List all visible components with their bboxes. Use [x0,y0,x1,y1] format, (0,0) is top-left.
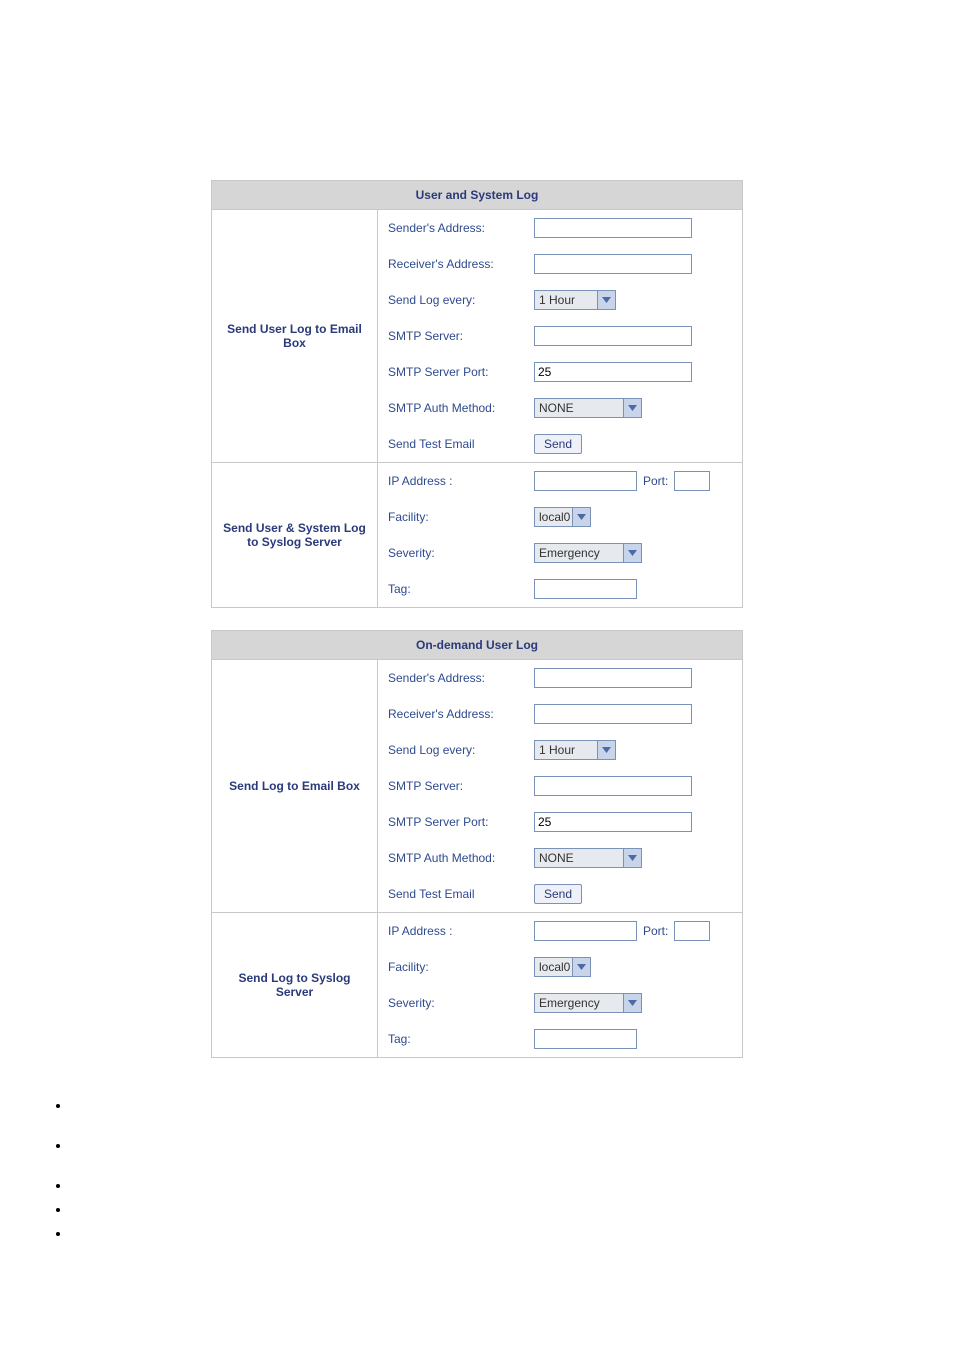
chevron-down-icon [572,958,590,976]
chevron-down-icon [623,544,641,562]
severity-select[interactable]: Emergency [534,993,642,1013]
label-smtp-server: SMTP Server: [378,768,528,804]
label-interval: Send Log every: [378,282,528,318]
interval-value: 1 Hour [539,293,575,307]
severity-select[interactable]: Emergency [534,543,642,563]
ip-input[interactable] [534,471,637,491]
label-sender: Sender's Address: [378,660,528,696]
chevron-down-icon [623,849,641,867]
smtp-auth-select[interactable]: NONE [534,398,642,418]
receiver-input[interactable] [534,704,692,724]
smtp-server-input[interactable] [534,326,692,346]
send-test-button[interactable]: Send [534,884,582,904]
label-test-email: Send Test Email [378,876,528,912]
group-email-user-log: Send User Log to Email Box [212,210,377,462]
group-syslog-ondemand: Send Log to Syslog Server [212,913,377,1057]
label-smtp-port: SMTP Server Port: [378,804,528,840]
smtp-auth-select[interactable]: NONE [534,848,642,868]
port-input[interactable] [674,921,710,941]
label-receiver: Receiver's Address: [378,246,528,282]
list-item [70,1098,954,1104]
chevron-down-icon [597,741,615,759]
smtp-auth-value: NONE [539,401,574,415]
smtp-port-input[interactable] [534,812,692,832]
sender-input[interactable] [534,218,692,238]
label-ip: IP Address : [378,463,528,499]
user-system-log-panel: User and System Log Send User Log to Ema… [211,180,743,608]
list-item [70,1178,954,1184]
label-tag: Tag: [378,571,528,607]
label-receiver: Receiver's Address: [378,696,528,732]
facility-select[interactable]: local0 [534,957,591,977]
interval-select[interactable]: 1 Hour [534,290,616,310]
ondemand-user-log-panel: On-demand User Log Send Log to Email Box… [211,630,743,1058]
group-syslog-user-system: Send User & System Log to Syslog Server [212,463,377,607]
send-test-button[interactable]: Send [534,434,582,454]
ip-input[interactable] [534,921,637,941]
section-header: User and System Log [212,181,742,210]
label-tag: Tag: [378,1021,528,1057]
facility-select[interactable]: local0 [534,507,591,527]
chevron-down-icon [597,291,615,309]
port-input[interactable] [674,471,710,491]
interval-select[interactable]: 1 Hour [534,740,616,760]
label-port: Port: [643,924,668,938]
receiver-input[interactable] [534,254,692,274]
tag-input[interactable] [534,1029,637,1049]
bullet-list [70,1098,954,1232]
smtp-auth-value: NONE [539,851,574,865]
label-severity: Severity: [378,985,528,1021]
label-smtp-auth: SMTP Auth Method: [378,390,528,426]
label-severity: Severity: [378,535,528,571]
severity-value: Emergency [539,546,600,560]
list-item [70,1226,954,1232]
label-smtp-auth: SMTP Auth Method: [378,840,528,876]
interval-value: 1 Hour [539,743,575,757]
severity-value: Emergency [539,996,600,1010]
facility-value: local0 [539,960,570,974]
list-item [70,1138,954,1144]
group-email-ondemand: Send Log to Email Box [212,660,377,912]
chevron-down-icon [623,399,641,417]
label-smtp-server: SMTP Server: [378,318,528,354]
section-header: On-demand User Log [212,631,742,660]
list-item [70,1202,954,1208]
label-ip: IP Address : [378,913,528,949]
facility-value: local0 [539,510,570,524]
label-facility: Facility: [378,499,528,535]
label-test-email: Send Test Email [378,426,528,462]
label-smtp-port: SMTP Server Port: [378,354,528,390]
chevron-down-icon [572,508,590,526]
chevron-down-icon [623,994,641,1012]
label-sender: Sender's Address: [378,210,528,246]
label-interval: Send Log every: [378,732,528,768]
label-facility: Facility: [378,949,528,985]
smtp-server-input[interactable] [534,776,692,796]
smtp-port-input[interactable] [534,362,692,382]
tag-input[interactable] [534,579,637,599]
label-port: Port: [643,474,668,488]
sender-input[interactable] [534,668,692,688]
